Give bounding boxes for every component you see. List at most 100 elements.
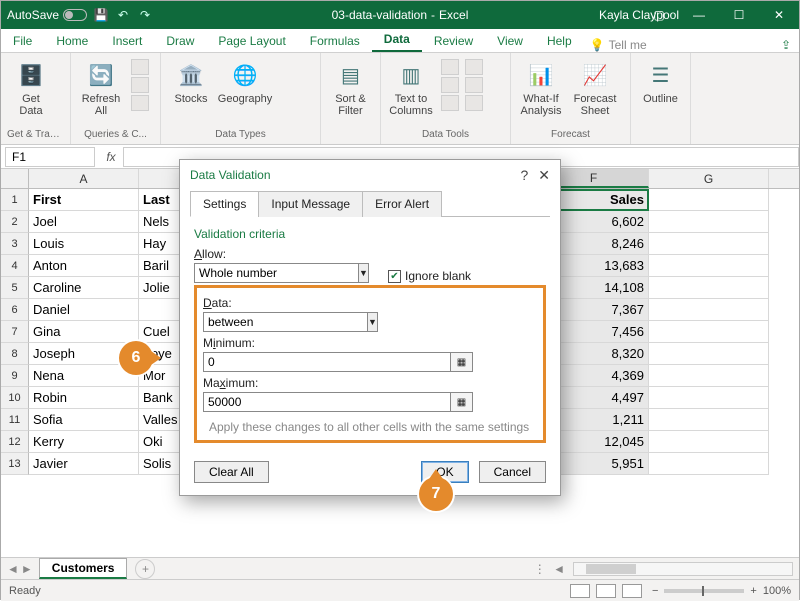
tab-review[interactable]: Review [422, 30, 485, 52]
redo-icon[interactable]: ↷ [137, 7, 153, 23]
maximum-input[interactable] [203, 392, 451, 412]
forecast-sheet-button[interactable]: 📈Forecast Sheet [571, 59, 619, 117]
data-combo[interactable]: ▼ [203, 312, 373, 332]
cell[interactable] [649, 409, 769, 431]
data-tools-mini2[interactable] [465, 59, 483, 111]
clear-all-button[interactable]: Clear All [194, 461, 269, 483]
minimum-field[interactable]: ▦ [203, 352, 473, 372]
row-header[interactable]: 11 [1, 409, 29, 431]
row-header[interactable]: 1 [1, 189, 29, 211]
row-header[interactable]: 5 [1, 277, 29, 299]
row-header[interactable]: 3 [1, 233, 29, 255]
cell[interactable] [649, 453, 769, 475]
undo-icon[interactable]: ↶ [115, 7, 131, 23]
cell[interactable]: Caroline [29, 277, 139, 299]
cell[interactable] [649, 387, 769, 409]
data-tools-mini[interactable] [441, 59, 459, 111]
tab-view[interactable]: View [485, 30, 535, 52]
row-header[interactable]: 13 [1, 453, 29, 475]
cell[interactable]: Gina [29, 321, 139, 343]
sheet-prev-icon[interactable]: ◄ [7, 562, 19, 576]
close-icon[interactable]: ✕ [759, 1, 799, 29]
cell[interactable] [649, 255, 769, 277]
autosave-toggle[interactable]: AutoSave [7, 8, 87, 22]
row-header[interactable]: 2 [1, 211, 29, 233]
tab-formulas[interactable]: Formulas [298, 30, 372, 52]
cell[interactable]: Kerry [29, 431, 139, 453]
range-picker-icon[interactable]: ▦ [451, 392, 473, 412]
cell[interactable]: Joel [29, 211, 139, 233]
cell[interactable]: Anton [29, 255, 139, 277]
sheet-overflow-icon[interactable]: ⋮ ◄ [534, 562, 567, 576]
zoom-in-icon[interactable]: + [750, 585, 756, 597]
queries-mini-buttons[interactable] [131, 59, 149, 111]
toggle-off-icon[interactable] [63, 9, 87, 21]
sheet-tab-customers[interactable]: Customers [39, 558, 128, 579]
view-page-layout-icon[interactable] [596, 584, 616, 598]
dialog-tab-input-message[interactable]: Input Message [258, 191, 363, 217]
col-header-g[interactable]: G [649, 169, 769, 188]
maximum-field[interactable]: ▦ [203, 392, 473, 412]
cell[interactable] [649, 343, 769, 365]
dialog-help-icon[interactable]: ? [520, 167, 528, 184]
text-to-columns-button[interactable]: ▥Text to Columns [387, 59, 435, 117]
row-header[interactable]: 4 [1, 255, 29, 277]
cell[interactable] [649, 189, 769, 211]
cell[interactable] [649, 233, 769, 255]
cell[interactable]: First [29, 189, 139, 211]
dialog-tab-error-alert[interactable]: Error Alert [362, 191, 442, 217]
zoom-slider[interactable] [664, 589, 744, 593]
tab-insert[interactable]: Insert [100, 30, 154, 52]
cell[interactable] [649, 365, 769, 387]
cell[interactable] [649, 321, 769, 343]
tab-draw[interactable]: Draw [154, 30, 206, 52]
cell[interactable]: Robin [29, 387, 139, 409]
cell[interactable]: Sofia [29, 409, 139, 431]
view-page-break-icon[interactable] [622, 584, 642, 598]
new-sheet-button[interactable]: + [135, 559, 155, 579]
stocks-button[interactable]: 🏛️Stocks [167, 59, 215, 105]
tab-home[interactable]: Home [44, 30, 100, 52]
outline-button[interactable]: ☰Outline [637, 59, 684, 105]
allow-combo[interactable]: ▼ [194, 263, 364, 283]
zoom-out-icon[interactable]: − [652, 585, 658, 597]
view-normal-icon[interactable] [570, 584, 590, 598]
maximize-icon[interactable]: ☐ [719, 1, 759, 29]
horizontal-scrollbar[interactable] [573, 562, 793, 576]
ignore-blank-checkbox[interactable]: ✔ Ignore blank [388, 269, 471, 283]
dialog-tab-settings[interactable]: Settings [190, 191, 259, 217]
chevron-down-icon[interactable]: ▼ [359, 263, 369, 283]
cell[interactable] [649, 211, 769, 233]
row-header[interactable]: 9 [1, 365, 29, 387]
minimum-input[interactable] [203, 352, 451, 372]
get-data-button[interactable]: 🗄️Get Data [7, 59, 55, 117]
geography-button[interactable]: 🌐Geography [221, 59, 269, 105]
dialog-close-icon[interactable]: ✕ [538, 167, 550, 184]
save-icon[interactable]: 💾 [93, 7, 109, 23]
row-header[interactable]: 12 [1, 431, 29, 453]
chevron-down-icon[interactable]: ▼ [368, 312, 378, 332]
tab-page-layout[interactable]: Page Layout [206, 30, 297, 52]
range-picker-icon[interactable]: ▦ [451, 352, 473, 372]
cell[interactable] [649, 277, 769, 299]
what-if-button[interactable]: 📊What-If Analysis [517, 59, 565, 117]
cell[interactable]: Javier [29, 453, 139, 475]
cell[interactable] [649, 431, 769, 453]
select-all-corner[interactable] [1, 169, 29, 188]
tab-file[interactable]: File [1, 30, 44, 52]
zoom-level[interactable]: 100% [763, 585, 791, 597]
row-header[interactable]: 6 [1, 299, 29, 321]
sort-filter-button[interactable]: ▤Sort & Filter [327, 59, 374, 117]
tell-me[interactable]: 💡Tell me [590, 38, 647, 52]
tab-help[interactable]: Help [535, 30, 584, 52]
minimize-icon[interactable]: — [679, 1, 719, 29]
tab-data[interactable]: Data [372, 28, 422, 52]
sheet-next-icon[interactable]: ► [21, 562, 33, 576]
row-header[interactable]: 8 [1, 343, 29, 365]
row-header[interactable]: 7 [1, 321, 29, 343]
allow-input[interactable] [194, 263, 359, 283]
ribbon-options-icon[interactable]: ▢ [639, 1, 679, 29]
cell[interactable] [649, 299, 769, 321]
data-input[interactable] [203, 312, 368, 332]
fx-icon[interactable]: fx [99, 150, 123, 164]
